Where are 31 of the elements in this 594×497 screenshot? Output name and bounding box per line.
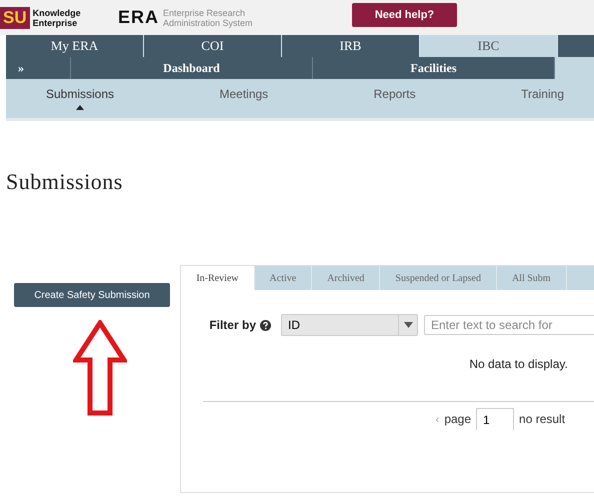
panel-tab[interactable]: All Subm <box>496 266 567 290</box>
page-label: page <box>444 412 472 426</box>
expand-button[interactable]: » <box>6 57 71 79</box>
section-tab[interactable]: Submissions <box>46 79 114 109</box>
filter-select[interactable]: ID <box>281 314 418 336</box>
logo-subtitle: Administration System <box>163 18 253 28</box>
panel-tab[interactable]: Archived <box>312 266 380 290</box>
search-field[interactable]: Enter text to search for <box>424 315 594 335</box>
page-field[interactable]: 1 <box>476 408 514 430</box>
panel-tab[interactable]: Active <box>254 266 312 290</box>
section-tab[interactable]: Meetings <box>219 79 268 109</box>
result-count: no result <box>519 412 566 426</box>
era-logo: ERA <box>118 7 160 28</box>
caret-icon <box>404 322 412 328</box>
up-arrow-icon <box>73 320 127 416</box>
panel-tab[interactable]: Suspended or Lapsed <box>380 266 497 290</box>
nav-link[interactable]: Facilities <box>313 57 555 79</box>
empty-message: No data to display. <box>469 357 569 371</box>
logo-subtitle: Enterprise Research <box>163 8 246 18</box>
create-button[interactable]: Create Safety Submission <box>14 283 170 307</box>
page-title: Submissions <box>6 169 124 195</box>
section-tab[interactable]: Training <box>521 79 564 109</box>
logo-subtitle: Knowledge Enterprise <box>32 8 82 28</box>
help-button[interactable]: Need help? <box>352 2 457 26</box>
nav-link[interactable]: Dashboard <box>71 57 313 79</box>
section-tab[interactable]: Reports <box>374 79 416 109</box>
panel-tab[interactable]: In-Review <box>181 266 255 290</box>
nav-tab[interactable]: IBC <box>420 35 558 57</box>
filter-label: Filter by <box>209 318 256 332</box>
help-icon[interactable] <box>260 320 271 330</box>
university-logo: SU <box>0 6 30 28</box>
